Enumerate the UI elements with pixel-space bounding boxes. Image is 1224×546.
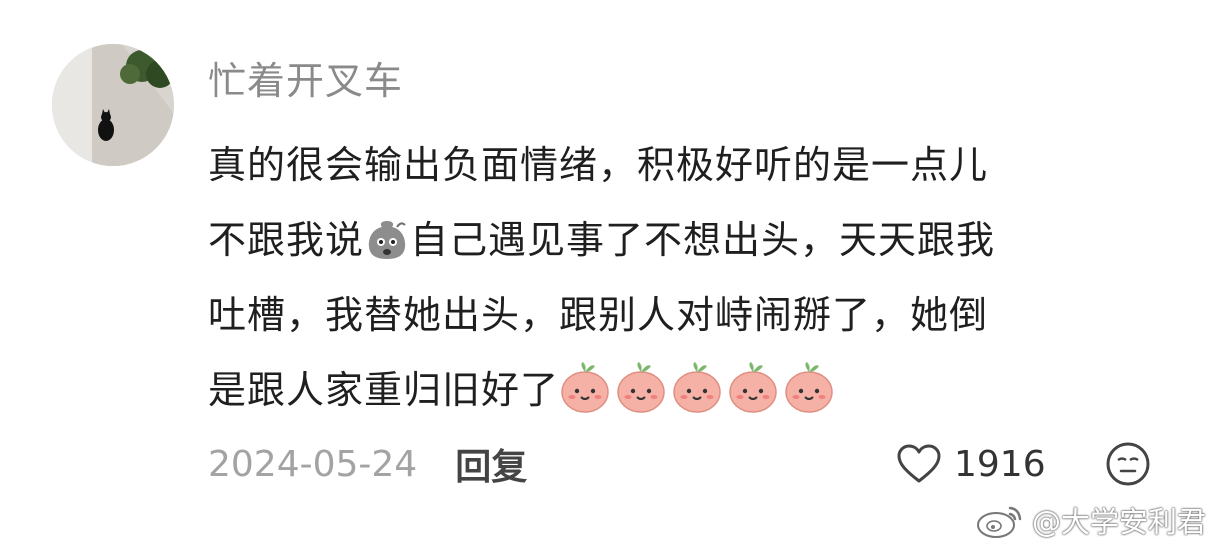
emoji-reaction-button[interactable] <box>1105 441 1151 491</box>
reply-button[interactable]: 回复 <box>455 438 527 490</box>
like-count: 1916 <box>954 443 1046 485</box>
peach-emoji-row <box>559 361 834 414</box>
meh-face-icon <box>1106 442 1150 486</box>
comment-line-2-rest: 自己遇见事了不想出头，天天跟我 <box>410 218 996 262</box>
comment-text: 真的很会输出负面情绪，积极好听的是一点儿 不跟我说 自己遇见事了不想出头，天天跟我… <box>208 128 1188 428</box>
comment-line-4: 是跟人家重归旧好了 <box>208 353 1188 428</box>
comment-line-1: 真的很会输出负面情绪，积极好听的是一点儿 <box>208 143 989 187</box>
comment-line-2: 不跟我说 自己遇见事了不想出头，天天跟我 <box>208 203 1188 278</box>
watermark: @大学安利君 <box>974 498 1206 542</box>
comment-line-4-text: 是跟人家重归旧好了 <box>208 368 560 412</box>
username[interactable]: 忙着开叉车 <box>208 50 403 105</box>
peach-smile-emoji-icon-1 <box>561 361 609 413</box>
heart-outline-icon <box>897 444 941 483</box>
comment-line-2-text: 不跟我说 <box>208 218 365 262</box>
comment-meta: 2024-05-24 回复 <box>208 436 527 492</box>
comment-date: 2024-05-24 <box>208 443 418 485</box>
like-button[interactable]: 1916 <box>896 436 1046 492</box>
peach-smile-emoji-icon-2 <box>617 361 665 413</box>
peach-smile-emoji-icon-4 <box>729 361 777 413</box>
weibo-logo-icon <box>977 506 1022 538</box>
comment-avatar[interactable] <box>52 44 174 166</box>
comment-line-3: 吐槽，我替她出头，跟别人对峙闹掰了，她倒 <box>208 293 989 337</box>
watermark-text: @大学安利君 <box>1032 505 1207 539</box>
sweat-bag-emoji-icon <box>364 215 410 261</box>
peach-smile-emoji-icon-3 <box>673 361 721 413</box>
peach-smile-emoji-icon-5 <box>785 361 833 413</box>
